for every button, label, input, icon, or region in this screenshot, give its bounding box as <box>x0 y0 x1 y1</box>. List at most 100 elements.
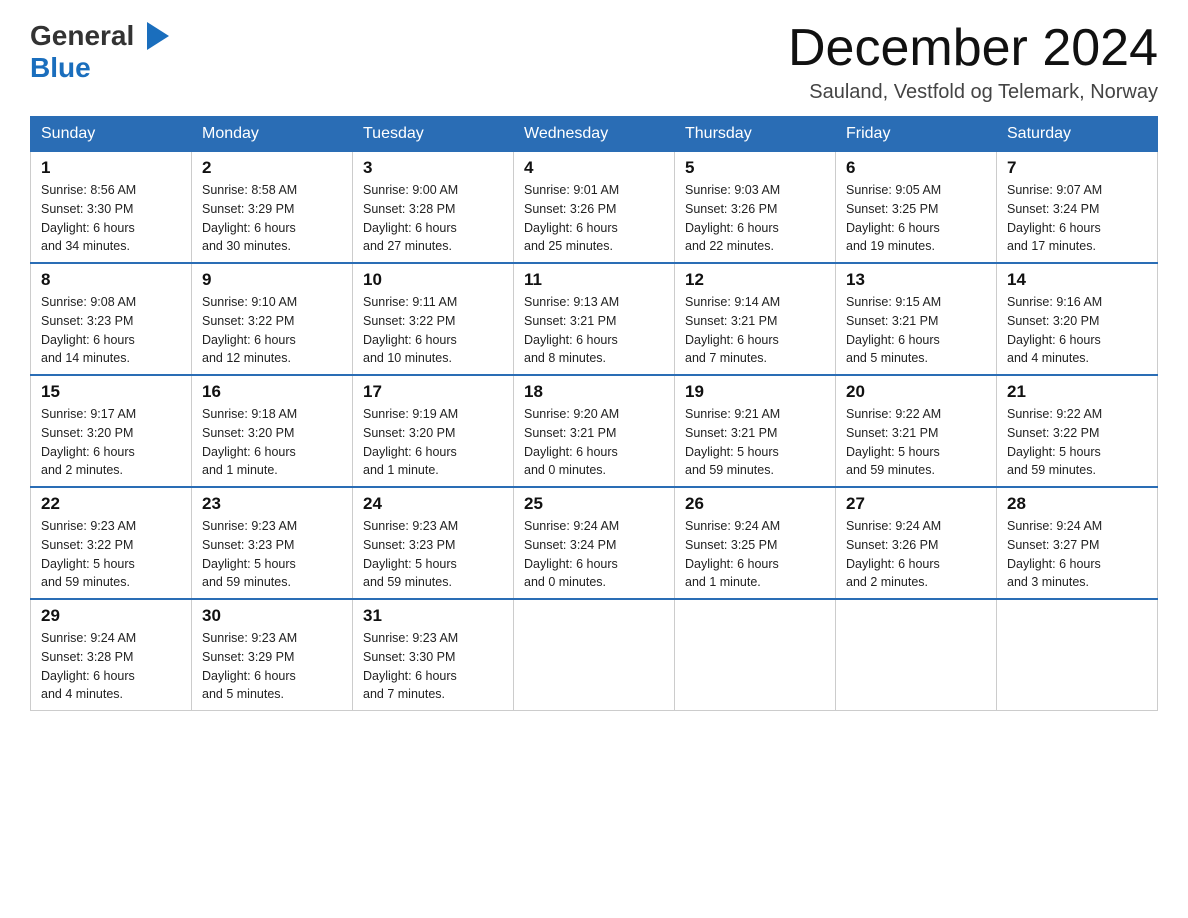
header-thursday: Thursday <box>675 117 836 152</box>
day-info: Sunrise: 8:56 AMSunset: 3:30 PMDaylight:… <box>41 181 181 256</box>
day-info: Sunrise: 9:24 AMSunset: 3:26 PMDaylight:… <box>846 517 986 592</box>
day-number: 7 <box>1007 158 1147 178</box>
week-row-5: 29 Sunrise: 9:24 AMSunset: 3:28 PMDaylig… <box>31 599 1158 711</box>
week-row-1: 1 Sunrise: 8:56 AMSunset: 3:30 PMDayligh… <box>31 152 1158 264</box>
day-info: Sunrise: 9:16 AMSunset: 3:20 PMDaylight:… <box>1007 293 1147 368</box>
day-info: Sunrise: 9:11 AMSunset: 3:22 PMDaylight:… <box>363 293 503 368</box>
day-number: 12 <box>685 270 825 290</box>
day-number: 21 <box>1007 382 1147 402</box>
day-number: 26 <box>685 494 825 514</box>
day-info: Sunrise: 9:22 AMSunset: 3:22 PMDaylight:… <box>1007 405 1147 480</box>
day-cell: 2 Sunrise: 8:58 AMSunset: 3:29 PMDayligh… <box>192 152 353 264</box>
day-cell: 31 Sunrise: 9:23 AMSunset: 3:30 PMDaylig… <box>353 599 514 711</box>
day-info: Sunrise: 9:13 AMSunset: 3:21 PMDaylight:… <box>524 293 664 368</box>
day-number: 23 <box>202 494 342 514</box>
day-info: Sunrise: 9:19 AMSunset: 3:20 PMDaylight:… <box>363 405 503 480</box>
day-cell: 10 Sunrise: 9:11 AMSunset: 3:22 PMDaylig… <box>353 263 514 375</box>
header-friday: Friday <box>836 117 997 152</box>
day-cell: 1 Sunrise: 8:56 AMSunset: 3:30 PMDayligh… <box>31 152 192 264</box>
day-info: Sunrise: 9:24 AMSunset: 3:28 PMDaylight:… <box>41 629 181 704</box>
logo-blue: Blue <box>30 52 91 83</box>
day-info: Sunrise: 9:00 AMSunset: 3:28 PMDaylight:… <box>363 181 503 256</box>
day-number: 27 <box>846 494 986 514</box>
day-info: Sunrise: 9:24 AMSunset: 3:25 PMDaylight:… <box>685 517 825 592</box>
day-number: 1 <box>41 158 181 178</box>
header-sunday: Sunday <box>31 117 192 152</box>
day-number: 15 <box>41 382 181 402</box>
day-cell: 3 Sunrise: 9:00 AMSunset: 3:28 PMDayligh… <box>353 152 514 264</box>
day-cell: 20 Sunrise: 9:22 AMSunset: 3:21 PMDaylig… <box>836 375 997 487</box>
day-number: 20 <box>846 382 986 402</box>
day-cell: 7 Sunrise: 9:07 AMSunset: 3:24 PMDayligh… <box>997 152 1158 264</box>
day-info: Sunrise: 9:23 AMSunset: 3:23 PMDaylight:… <box>202 517 342 592</box>
day-cell: 6 Sunrise: 9:05 AMSunset: 3:25 PMDayligh… <box>836 152 997 264</box>
day-cell: 23 Sunrise: 9:23 AMSunset: 3:23 PMDaylig… <box>192 487 353 599</box>
day-info: Sunrise: 9:07 AMSunset: 3:24 PMDaylight:… <box>1007 181 1147 256</box>
day-info: Sunrise: 9:03 AMSunset: 3:26 PMDaylight:… <box>685 181 825 256</box>
day-number: 8 <box>41 270 181 290</box>
day-cell: 22 Sunrise: 9:23 AMSunset: 3:22 PMDaylig… <box>31 487 192 599</box>
day-number: 24 <box>363 494 503 514</box>
logo-general: General <box>30 20 134 52</box>
day-cell: 4 Sunrise: 9:01 AMSunset: 3:26 PMDayligh… <box>514 152 675 264</box>
day-cell: 9 Sunrise: 9:10 AMSunset: 3:22 PMDayligh… <box>192 263 353 375</box>
day-cell: 19 Sunrise: 9:21 AMSunset: 3:21 PMDaylig… <box>675 375 836 487</box>
day-cell: 5 Sunrise: 9:03 AMSunset: 3:26 PMDayligh… <box>675 152 836 264</box>
logo-arrow-icon <box>147 22 169 50</box>
location-subtitle: Sauland, Vestfold og Telemark, Norway <box>788 81 1158 104</box>
header-saturday: Saturday <box>997 117 1158 152</box>
day-cell: 12 Sunrise: 9:14 AMSunset: 3:21 PMDaylig… <box>675 263 836 375</box>
day-cell: 18 Sunrise: 9:20 AMSunset: 3:21 PMDaylig… <box>514 375 675 487</box>
header-wednesday: Wednesday <box>514 117 675 152</box>
day-number: 30 <box>202 606 342 626</box>
day-number: 18 <box>524 382 664 402</box>
day-number: 29 <box>41 606 181 626</box>
day-cell <box>675 599 836 711</box>
day-cell: 28 Sunrise: 9:24 AMSunset: 3:27 PMDaylig… <box>997 487 1158 599</box>
day-info: Sunrise: 9:15 AMSunset: 3:21 PMDaylight:… <box>846 293 986 368</box>
day-number: 3 <box>363 158 503 178</box>
day-cell: 15 Sunrise: 9:17 AMSunset: 3:20 PMDaylig… <box>31 375 192 487</box>
title-section: December 2024 Sauland, Vestfold og Telem… <box>788 20 1158 104</box>
day-cell <box>997 599 1158 711</box>
day-cell: 13 Sunrise: 9:15 AMSunset: 3:21 PMDaylig… <box>836 263 997 375</box>
week-row-2: 8 Sunrise: 9:08 AMSunset: 3:23 PMDayligh… <box>31 263 1158 375</box>
day-info: Sunrise: 9:23 AMSunset: 3:30 PMDaylight:… <box>363 629 503 704</box>
week-row-3: 15 Sunrise: 9:17 AMSunset: 3:20 PMDaylig… <box>31 375 1158 487</box>
day-number: 4 <box>524 158 664 178</box>
day-info: Sunrise: 9:21 AMSunset: 3:21 PMDaylight:… <box>685 405 825 480</box>
page-header: General Blue December 2024 Sauland, Vest… <box>30 20 1158 104</box>
day-info: Sunrise: 9:05 AMSunset: 3:25 PMDaylight:… <box>846 181 986 256</box>
day-info: Sunrise: 9:14 AMSunset: 3:21 PMDaylight:… <box>685 293 825 368</box>
day-number: 13 <box>846 270 986 290</box>
day-info: Sunrise: 9:08 AMSunset: 3:23 PMDaylight:… <box>41 293 181 368</box>
week-row-4: 22 Sunrise: 9:23 AMSunset: 3:22 PMDaylig… <box>31 487 1158 599</box>
day-number: 31 <box>363 606 503 626</box>
day-number: 5 <box>685 158 825 178</box>
header-monday: Monday <box>192 117 353 152</box>
header-row: Sunday Monday Tuesday Wednesday Thursday… <box>31 117 1158 152</box>
calendar-table: Sunday Monday Tuesday Wednesday Thursday… <box>30 116 1158 711</box>
day-cell: 14 Sunrise: 9:16 AMSunset: 3:20 PMDaylig… <box>997 263 1158 375</box>
day-cell: 25 Sunrise: 9:24 AMSunset: 3:24 PMDaylig… <box>514 487 675 599</box>
day-cell: 26 Sunrise: 9:24 AMSunset: 3:25 PMDaylig… <box>675 487 836 599</box>
day-number: 25 <box>524 494 664 514</box>
header-tuesday: Tuesday <box>353 117 514 152</box>
day-info: Sunrise: 8:58 AMSunset: 3:29 PMDaylight:… <box>202 181 342 256</box>
day-cell: 11 Sunrise: 9:13 AMSunset: 3:21 PMDaylig… <box>514 263 675 375</box>
day-number: 10 <box>363 270 503 290</box>
day-info: Sunrise: 9:01 AMSunset: 3:26 PMDaylight:… <box>524 181 664 256</box>
day-info: Sunrise: 9:22 AMSunset: 3:21 PMDaylight:… <box>846 405 986 480</box>
day-number: 11 <box>524 270 664 290</box>
day-info: Sunrise: 9:17 AMSunset: 3:20 PMDaylight:… <box>41 405 181 480</box>
day-info: Sunrise: 9:20 AMSunset: 3:21 PMDaylight:… <box>524 405 664 480</box>
day-cell <box>836 599 997 711</box>
day-info: Sunrise: 9:23 AMSunset: 3:22 PMDaylight:… <box>41 517 181 592</box>
day-info: Sunrise: 9:18 AMSunset: 3:20 PMDaylight:… <box>202 405 342 480</box>
day-cell: 24 Sunrise: 9:23 AMSunset: 3:23 PMDaylig… <box>353 487 514 599</box>
day-cell: 30 Sunrise: 9:23 AMSunset: 3:29 PMDaylig… <box>192 599 353 711</box>
day-cell <box>514 599 675 711</box>
day-number: 14 <box>1007 270 1147 290</box>
month-title: December 2024 <box>788 20 1158 77</box>
day-number: 9 <box>202 270 342 290</box>
